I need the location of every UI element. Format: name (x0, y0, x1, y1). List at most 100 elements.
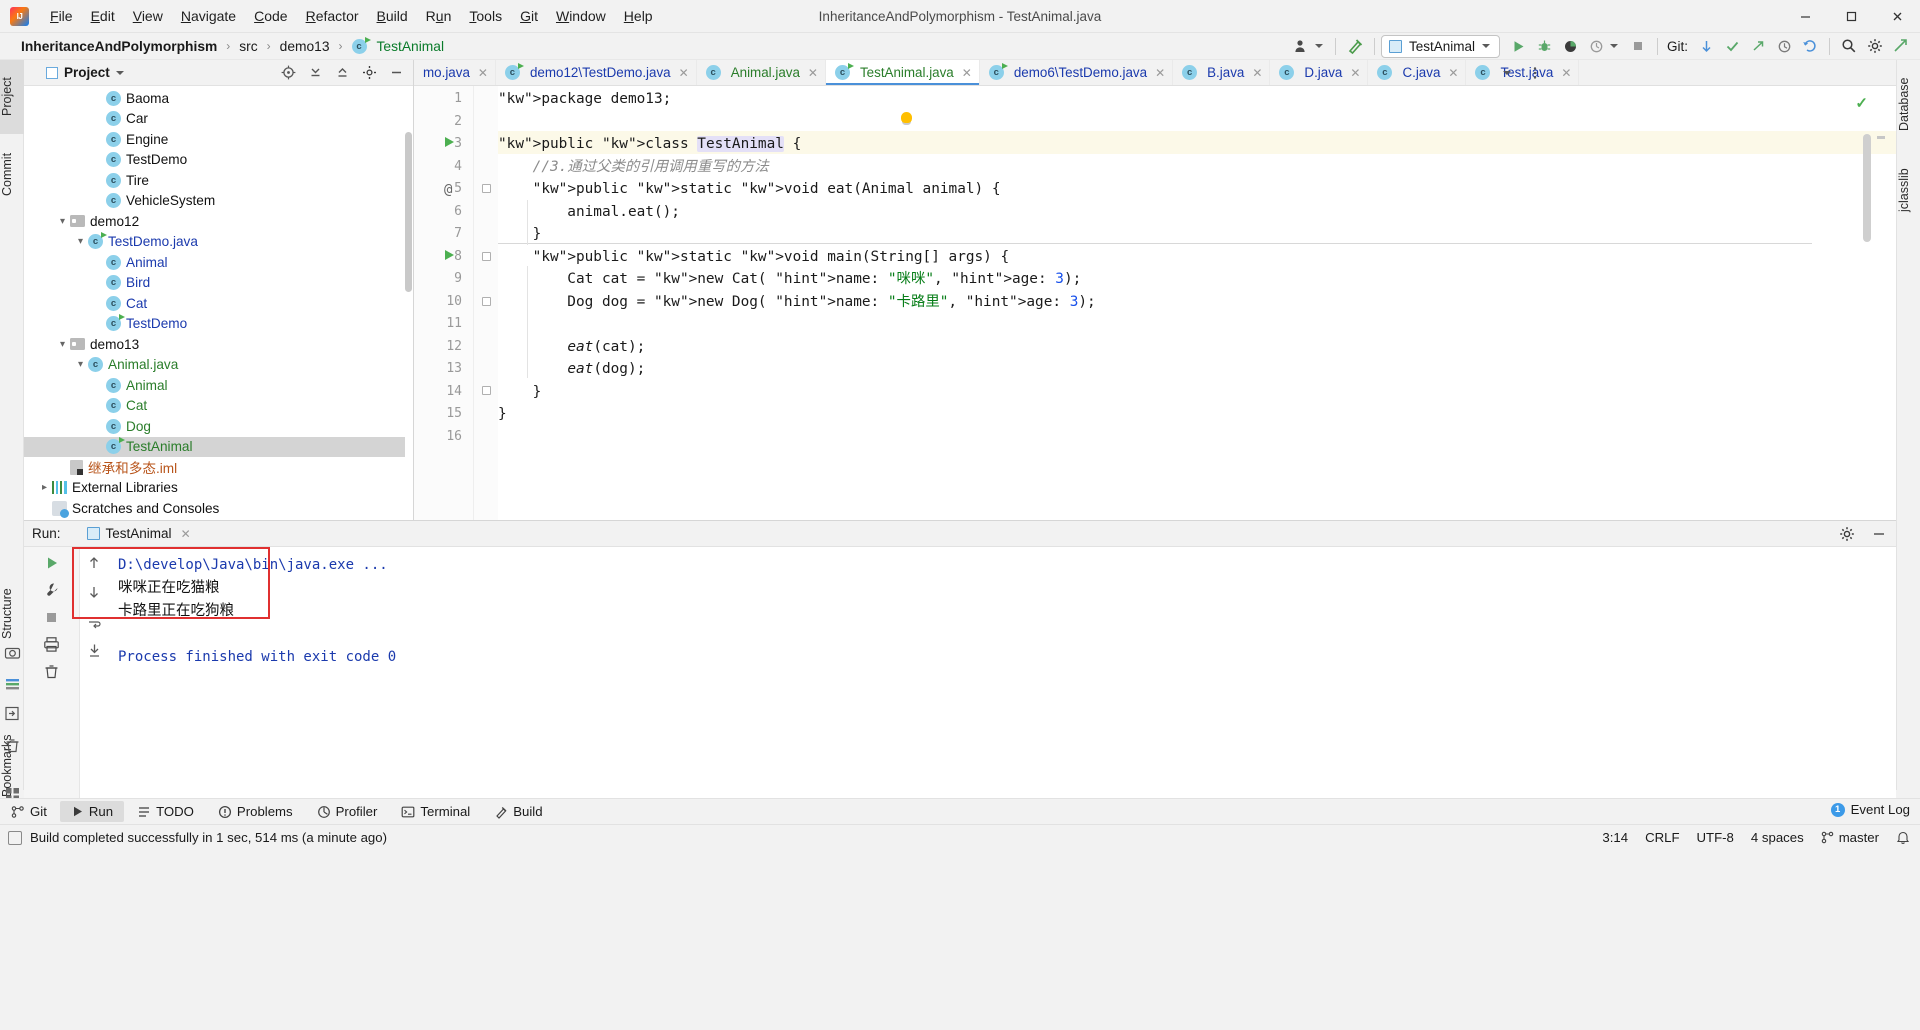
git-history-icon[interactable] (1771, 35, 1797, 58)
tree-node[interactable]: ▾ demo12 (24, 211, 405, 232)
code-text[interactable]: "kw">package demo13; "kw">public "kw">cla… (498, 86, 1812, 520)
tree-node[interactable]: c Animal (24, 252, 405, 273)
search-icon[interactable] (1836, 35, 1862, 58)
menu-item-help[interactable]: Help (615, 4, 662, 28)
maximize-button[interactable] (1828, 0, 1874, 33)
file-encoding[interactable]: UTF-8 (1697, 830, 1734, 845)
tree-node[interactable]: c Engine (24, 129, 405, 150)
wrench-icon[interactable] (39, 578, 65, 602)
run-session-tab[interactable]: TestAnimal ✕ (86, 526, 191, 541)
editor-gutter[interactable] (414, 86, 474, 520)
project-panel-title-group[interactable]: Project (46, 65, 124, 80)
project-settings-icon[interactable] (356, 61, 382, 84)
menu-item-run[interactable]: Run (417, 4, 461, 28)
sidebar-item-database[interactable]: Database (1897, 64, 1920, 144)
updates-icon[interactable] (1888, 35, 1914, 58)
editor-tab-b-java[interactable]: c B.java ✕ (1173, 60, 1271, 85)
camera-icon[interactable] (4, 644, 21, 661)
import-icon[interactable] (4, 705, 21, 722)
bottom-tab-terminal[interactable]: Terminal (390, 801, 481, 822)
breadcrumb-src[interactable]: src (236, 38, 260, 55)
project-tree[interactable]: c Baoma c Car c Engine c TestDemo c Tire c VehicleS… (24, 86, 405, 520)
run-gutter-marker-class[interactable] (445, 137, 454, 147)
close-icon[interactable]: ✕ (1448, 66, 1458, 80)
fold-marker-main-end[interactable] (482, 386, 491, 395)
tree-node[interactable]: Scratches and Consoles (24, 498, 405, 519)
close-icon[interactable]: ✕ (962, 66, 972, 80)
chevron-down-icon[interactable]: ▾ (55, 216, 70, 227)
editor-tab-c-java[interactable]: c C.java ✕ (1368, 60, 1467, 85)
close-icon[interactable]: ✕ (679, 66, 689, 80)
tree-node[interactable]: c TestDemo (24, 150, 405, 171)
chevron-down-icon[interactable]: ▾ (55, 339, 70, 350)
menu-item-tools[interactable]: Tools (460, 4, 511, 28)
event-log-group[interactable]: 1 Event Log (1830, 802, 1910, 817)
tree-node[interactable]: c Car (24, 109, 405, 130)
fold-marker-close[interactable] (482, 297, 491, 306)
tree-node[interactable]: c Cat (24, 293, 405, 314)
chevron-down-icon[interactable]: ▾ (73, 359, 88, 370)
locate-icon[interactable] (275, 61, 301, 84)
tree-node[interactable]: ▾ c Animal.java (24, 355, 405, 376)
hide-run-window-icon[interactable] (1866, 522, 1892, 545)
user-account-dropdown-icon[interactable] (1314, 44, 1323, 48)
line-separator[interactable]: CRLF (1645, 830, 1679, 845)
tree-node[interactable]: c Tire (24, 170, 405, 191)
bottom-tab-git[interactable]: Git (0, 801, 58, 822)
soft-wrap-icon[interactable] (81, 609, 107, 633)
editor-tab-test-java[interactable]: c Test.java ✕ (1466, 60, 1580, 85)
chevron-down-icon[interactable]: ▾ (73, 236, 88, 247)
bottom-tab-build[interactable]: Build (483, 801, 553, 822)
override-gutter-marker[interactable]: @ (444, 182, 452, 198)
sidebar-item-jclasslib[interactable]: jclasslib (1897, 152, 1920, 228)
close-icon[interactable]: ✕ (1350, 66, 1360, 80)
editor-tab-mo-java[interactable]: mo.java ✕ (414, 60, 496, 85)
chevron-right-icon[interactable]: ▸ (37, 482, 52, 493)
tree-node[interactable]: ▾ demo13 (24, 334, 405, 355)
sidebar-item-project[interactable]: Project (0, 60, 24, 134)
code-editor[interactable]: 1 2 3 4 5 6 7 8 9 10 11 12 13 14 15 16 @ "kw">package d… (414, 86, 1896, 520)
stop-button[interactable] (1625, 35, 1651, 58)
editor-tab-demo6-testdemo-java[interactable]: c demo6\TestDemo.java ✕ (980, 60, 1174, 85)
stack-icon[interactable] (4, 676, 21, 693)
trash-icon[interactable] (39, 659, 65, 683)
tree-node[interactable]: c Dog (24, 416, 405, 437)
build-hammer-icon[interactable] (1342, 35, 1368, 58)
close-icon[interactable]: ✕ (478, 66, 488, 80)
git-branch-widget[interactable]: master (1821, 830, 1879, 845)
editor-scrollbar[interactable] (1863, 134, 1871, 242)
editor-tab-animal-java[interactable]: c Animal.java ✕ (697, 60, 826, 85)
stop-icon[interactable] (39, 605, 65, 629)
tree-node[interactable]: 继承和多态.iml (24, 457, 405, 478)
profiler-button[interactable] (1584, 35, 1610, 58)
indent-setting[interactable]: 4 spaces (1751, 830, 1804, 845)
hide-panel-icon[interactable] (383, 61, 409, 84)
tab-options-icon[interactable] (1524, 62, 1546, 84)
close-icon[interactable]: ✕ (808, 66, 818, 80)
breadcrumb-package[interactable]: demo13 (277, 38, 333, 55)
tree-node[interactable]: c Bird (24, 273, 405, 294)
bottom-tab-todo[interactable]: TODO (126, 801, 205, 822)
console-output[interactable]: D:\develop\Java\bin\java.exe ... 咪咪正在吃猫粮卡… (108, 547, 1896, 798)
git-push-icon[interactable] (1745, 35, 1771, 58)
menu-item-git[interactable]: Git (511, 4, 547, 28)
trash-icon[interactable] (4, 737, 21, 754)
close-icon[interactable]: ✕ (1561, 66, 1571, 80)
profiler-dropdown-icon[interactable] (1609, 44, 1618, 48)
fold-marker-main[interactable] (482, 252, 491, 261)
rerun-icon[interactable] (39, 551, 65, 575)
close-button[interactable] (1874, 0, 1920, 33)
scroll-down-icon[interactable] (81, 580, 107, 604)
close-icon[interactable]: ✕ (181, 527, 191, 541)
debug-button[interactable] (1532, 35, 1558, 58)
git-update-icon[interactable] (1693, 35, 1719, 58)
tree-node[interactable]: c Cat (24, 396, 405, 417)
tree-node[interactable]: ▾ c TestDemo.java (24, 232, 405, 253)
project-tree-scrollbar[interactable] (405, 132, 412, 292)
menu-item-build[interactable]: Build (368, 4, 417, 28)
editor-tab-testanimal-java[interactable]: c TestAnimal.java ✕ (825, 60, 980, 85)
collapse-all-icon[interactable] (302, 61, 328, 84)
menu-item-code[interactable]: Code (245, 4, 296, 28)
run-settings-gear-icon[interactable] (1834, 522, 1860, 545)
run-configuration-selector[interactable]: TestAnimal (1380, 34, 1500, 58)
